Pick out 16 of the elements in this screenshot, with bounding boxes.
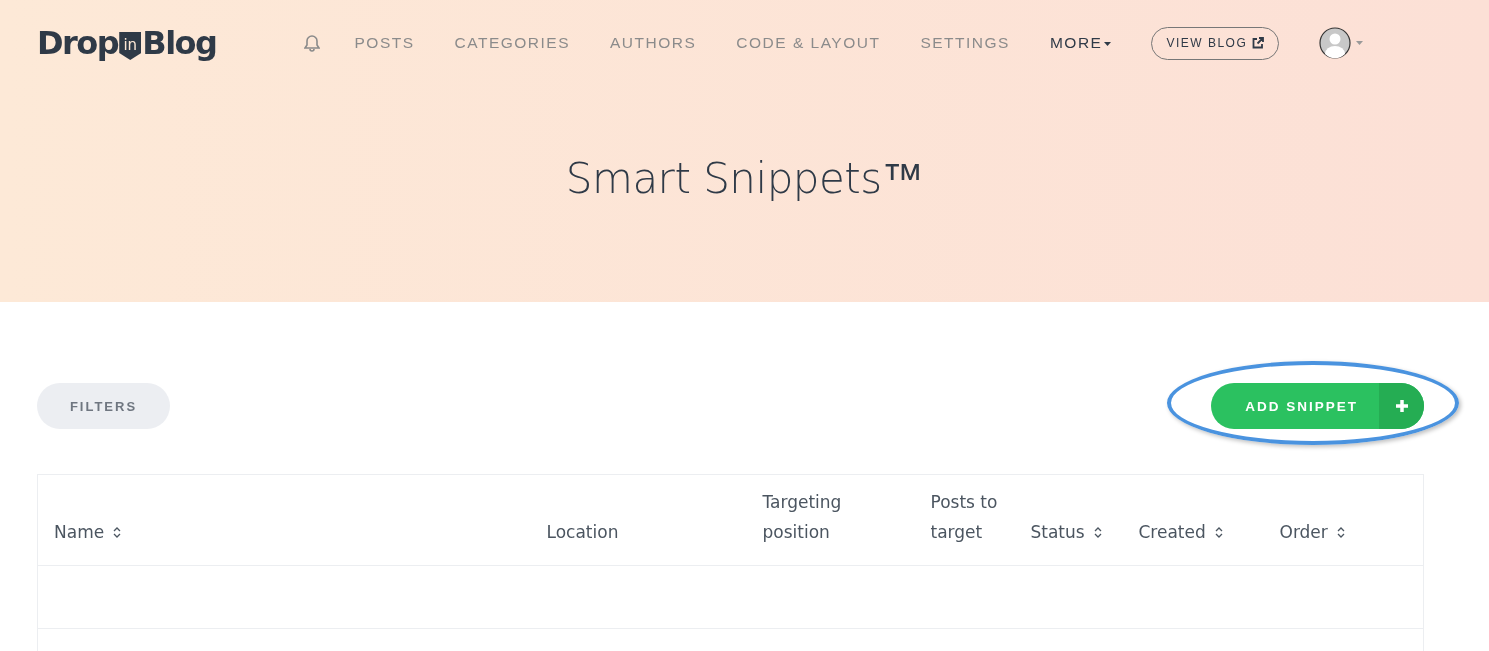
page-title: Smart Snippets™ bbox=[565, 154, 924, 203]
nav-link[interactable]: MORE bbox=[1049, 34, 1112, 52]
plus-icon bbox=[1394, 399, 1409, 413]
column-header: Targeting position bbox=[762, 491, 843, 544]
filters-button[interactable]: FILTERS bbox=[37, 383, 170, 429]
column-header: Posts to target bbox=[930, 491, 999, 544]
caret-icon bbox=[1356, 41, 1364, 45]
bell-icon[interactable] bbox=[304, 34, 321, 52]
column-header[interactable]: Created bbox=[1138, 517, 1223, 547]
column-header[interactable]: Status bbox=[1030, 517, 1102, 547]
column-header[interactable]: Order bbox=[1279, 517, 1345, 547]
external-link-icon bbox=[1252, 37, 1265, 49]
column-header: Location bbox=[546, 521, 619, 544]
column-header[interactable]: Name bbox=[54, 517, 122, 547]
logo[interactable]: Drop in Blog bbox=[37, 24, 217, 62]
avatar-icon[interactable] bbox=[1319, 27, 1352, 59]
